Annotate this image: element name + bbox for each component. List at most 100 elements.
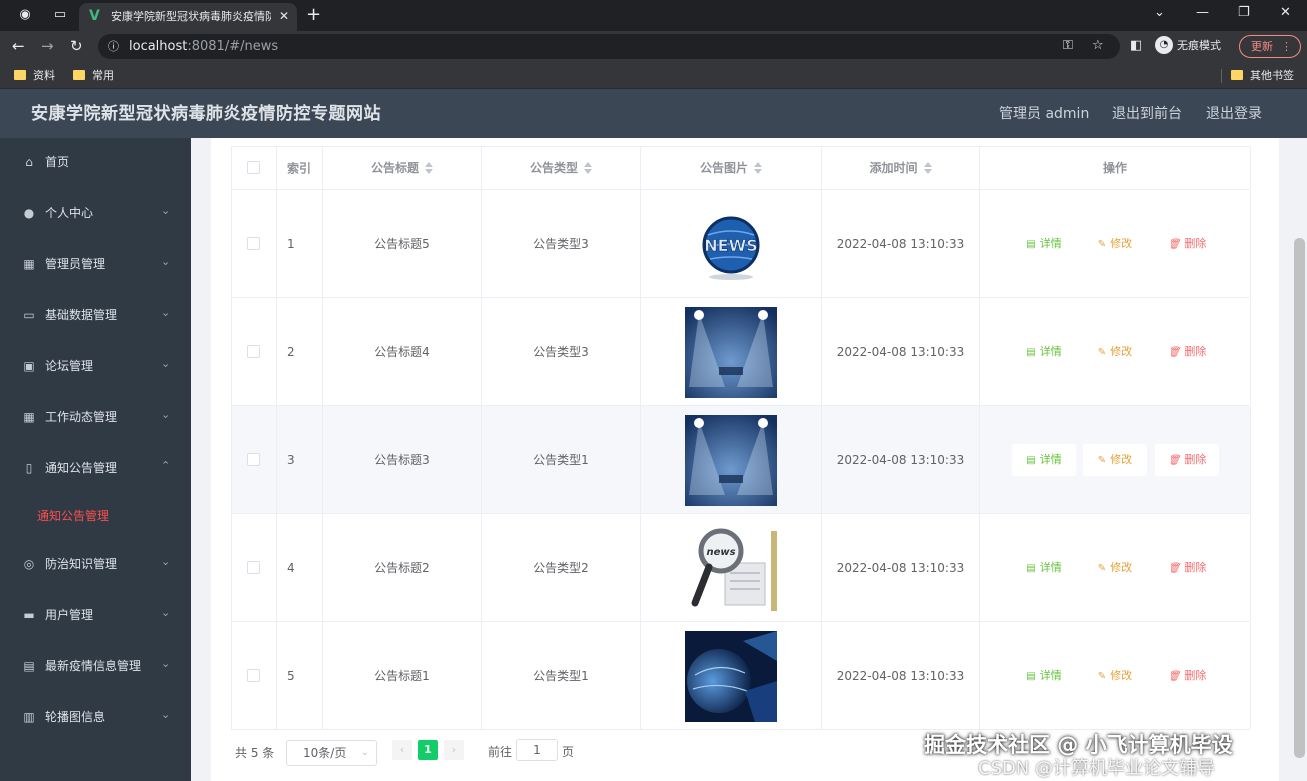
scrollbar-thumb[interactable] — [1294, 238, 1305, 758]
tab-search-icon[interactable]: ▭ — [52, 7, 68, 23]
window-close-icon[interactable]: ✕ — [1280, 4, 1291, 22]
edit-button[interactable]: ✎ 修改 — [1083, 660, 1147, 692]
view-button[interactable]: ▤ 详情 — [1012, 336, 1076, 368]
table-row: 4 公告标题2 公告类型2 news 2022-04-08 13:10:33 ▤… — [232, 514, 1251, 622]
row-index: 1 — [287, 236, 295, 251]
sort-icon[interactable] — [923, 162, 932, 174]
sort-icon[interactable] — [754, 162, 762, 174]
folder-icon — [73, 70, 85, 80]
maximize-icon[interactable]: ❐ — [1238, 4, 1250, 22]
address-bar[interactable]: ⓘ localhost:8081/#/news ⚿ ☆ — [98, 34, 1120, 59]
exit-to-front-link[interactable]: 退出到前台 — [1112, 105, 1182, 123]
app-header: 安康学院新型冠状病毒肺炎疫情防控专题网站 管理员 admin 退出到前台 退出登… — [0, 89, 1307, 138]
briefcase-icon: ▬ — [23, 608, 35, 622]
sidebar-item-home[interactable]: ⌂ 首页 — [0, 138, 191, 189]
page-size-value: 10条/页 — [303, 746, 347, 760]
document-icon: ▤ — [1026, 454, 1036, 466]
row-checkbox[interactable] — [247, 668, 260, 682]
bookmark-star-icon[interactable]: ☆ — [1092, 38, 1104, 54]
sidebar-subitem-notice-manage[interactable]: 通知公告管理 — [0, 496, 191, 536]
other-bookmarks[interactable]: 其他书签 — [1231, 68, 1294, 83]
url-text[interactable]: localhost:8081/#/news — [129, 39, 278, 54]
notice-image-stage-spotlight[interactable] — [685, 306, 777, 398]
key-icon[interactable]: ⚿ — [1063, 38, 1073, 54]
folder-icon — [1231, 70, 1243, 80]
edit-button[interactable]: ✎ 修改 — [1083, 336, 1147, 368]
row-checkbox[interactable] — [247, 452, 260, 466]
logout-link[interactable]: 退出登录 — [1206, 105, 1262, 123]
page-suffix-label: 页 — [562, 745, 575, 759]
browser-globe-icon[interactable]: ◉ — [17, 7, 33, 23]
goto-page-input[interactable]: 1 — [516, 739, 558, 761]
prev-page-button[interactable]: ‹ — [392, 740, 412, 760]
row-time: 2022-04-08 13:10:33 — [836, 668, 965, 683]
row-checkbox[interactable] — [247, 560, 260, 574]
header-index-cell: 索引 — [277, 147, 323, 189]
sidebar-item-profile[interactable]: ● 个人中心 ⌄ — [0, 189, 191, 240]
site-info-icon[interactable]: ⓘ — [108, 39, 119, 54]
sidebar-item-prevention[interactable]: ◎ 防治知识管理 ⌄ — [0, 540, 191, 591]
update-button[interactable]: 更新 ⋮ — [1239, 35, 1301, 58]
page-number-button[interactable]: 1 — [418, 740, 438, 760]
header-select-cell — [232, 147, 277, 189]
notice-image-blue-globe[interactable] — [685, 630, 777, 722]
bookmark-folder-2[interactable]: 常用 — [73, 68, 114, 83]
notice-image-news-globe[interactable]: NEWS — [685, 198, 777, 290]
header-type-cell[interactable]: 公告类型 — [482, 147, 641, 189]
row-checkbox[interactable] — [247, 236, 260, 250]
row-time: 2022-04-08 13:10:33 — [836, 452, 965, 467]
minimize-icon[interactable]: — — [1196, 4, 1209, 22]
notice-image-magnifier-news[interactable]: news — [685, 522, 777, 614]
header-title-cell[interactable]: 公告标题 — [323, 147, 482, 189]
bookmark-folder-1[interactable]: 资料 — [14, 68, 55, 83]
sidebar-item-basic-data[interactable]: ▭ 基础数据管理 ⌄ — [0, 291, 191, 342]
page-size-select[interactable]: 10条/页 ⌄ — [286, 740, 377, 766]
row-time: 2022-04-08 13:10:33 — [836, 344, 965, 359]
select-all-checkbox[interactable] — [247, 161, 260, 174]
sidebar-item-users[interactable]: ▬ 用户管理 ⌄ — [0, 591, 191, 642]
delete-button[interactable]: 🗑︎ 删除 — [1155, 552, 1219, 584]
header-image-cell[interactable]: 公告图片 — [641, 147, 822, 189]
delete-button[interactable]: 🗑︎ 删除 — [1155, 336, 1219, 368]
view-button[interactable]: ▤ 详情 — [1012, 443, 1076, 476]
header-time-cell[interactable]: 添加时间 — [822, 147, 980, 189]
sort-icon[interactable] — [584, 162, 592, 174]
sidebar-item-work-news[interactable]: ▦ 工作动态管理 ⌄ — [0, 393, 191, 444]
row-type: 公告类型3 — [533, 236, 589, 251]
header-time-label: 添加时间 — [869, 161, 918, 175]
delete-button[interactable]: 🗑︎ 删除 — [1155, 660, 1219, 692]
forward-icon[interactable]: → — [41, 37, 54, 55]
incognito-label: 无痕模式 — [1177, 39, 1221, 52]
sidebar-item-admins[interactable]: ▦ 管理员管理 ⌄ — [0, 240, 191, 291]
delete-button[interactable]: 🗑︎ 删除 — [1155, 443, 1219, 476]
edit-button[interactable]: ✎ 修改 — [1083, 228, 1147, 260]
browser-tab[interactable]: V 安康学院新型冠状病毒肺炎疫情防控专题网站 ✕ — [79, 3, 297, 31]
sort-icon[interactable] — [425, 162, 433, 174]
tab-close-icon[interactable]: ✕ — [279, 8, 289, 24]
new-tab-icon[interactable]: + — [306, 5, 321, 25]
sidebar-item-forum[interactable]: ▣ 论坛管理 ⌄ — [0, 342, 191, 393]
side-panel-icon[interactable]: ◧ — [1130, 38, 1142, 54]
row-time: 2022-04-08 13:10:33 — [836, 560, 965, 575]
trash-icon: 🗑︎ — [1167, 562, 1181, 574]
reload-icon[interactable]: ↻ — [70, 37, 83, 55]
sidebar-item-notices[interactable]: ▯ 通知公告管理 ⌃ — [0, 444, 191, 495]
row-checkbox[interactable] — [247, 344, 260, 358]
edit-button[interactable]: ✎ 修改 — [1083, 443, 1147, 476]
tab-list-icon[interactable]: ⌄ — [1154, 4, 1165, 22]
sidebar-item-carousel[interactable]: ▥ 轮播图信息 ⌄ — [0, 693, 191, 744]
edit-button[interactable]: ✎ 修改 — [1083, 552, 1147, 584]
edit-icon: ✎ — [1097, 238, 1107, 250]
row-type: 公告类型1 — [533, 452, 589, 467]
incognito-indicator[interactable]: ◔ 无痕模式 — [1155, 36, 1221, 56]
notice-image-stage-spotlight[interactable] — [685, 414, 777, 506]
sidebar-item-epidemic-info[interactable]: ▤ 最新疫情信息管理 ⌄ — [0, 642, 191, 693]
next-page-button[interactable]: › — [444, 740, 464, 760]
back-icon[interactable]: ← — [12, 37, 25, 55]
view-button[interactable]: ▤ 详情 — [1012, 660, 1076, 692]
view-button[interactable]: ▤ 详情 — [1012, 228, 1076, 260]
sidebar-item-label: 管理员管理 — [45, 257, 106, 271]
delete-button[interactable]: 🗑︎ 删除 — [1155, 228, 1219, 260]
view-button[interactable]: ▤ 详情 — [1012, 552, 1076, 584]
goto-label: 前往 — [488, 745, 513, 759]
